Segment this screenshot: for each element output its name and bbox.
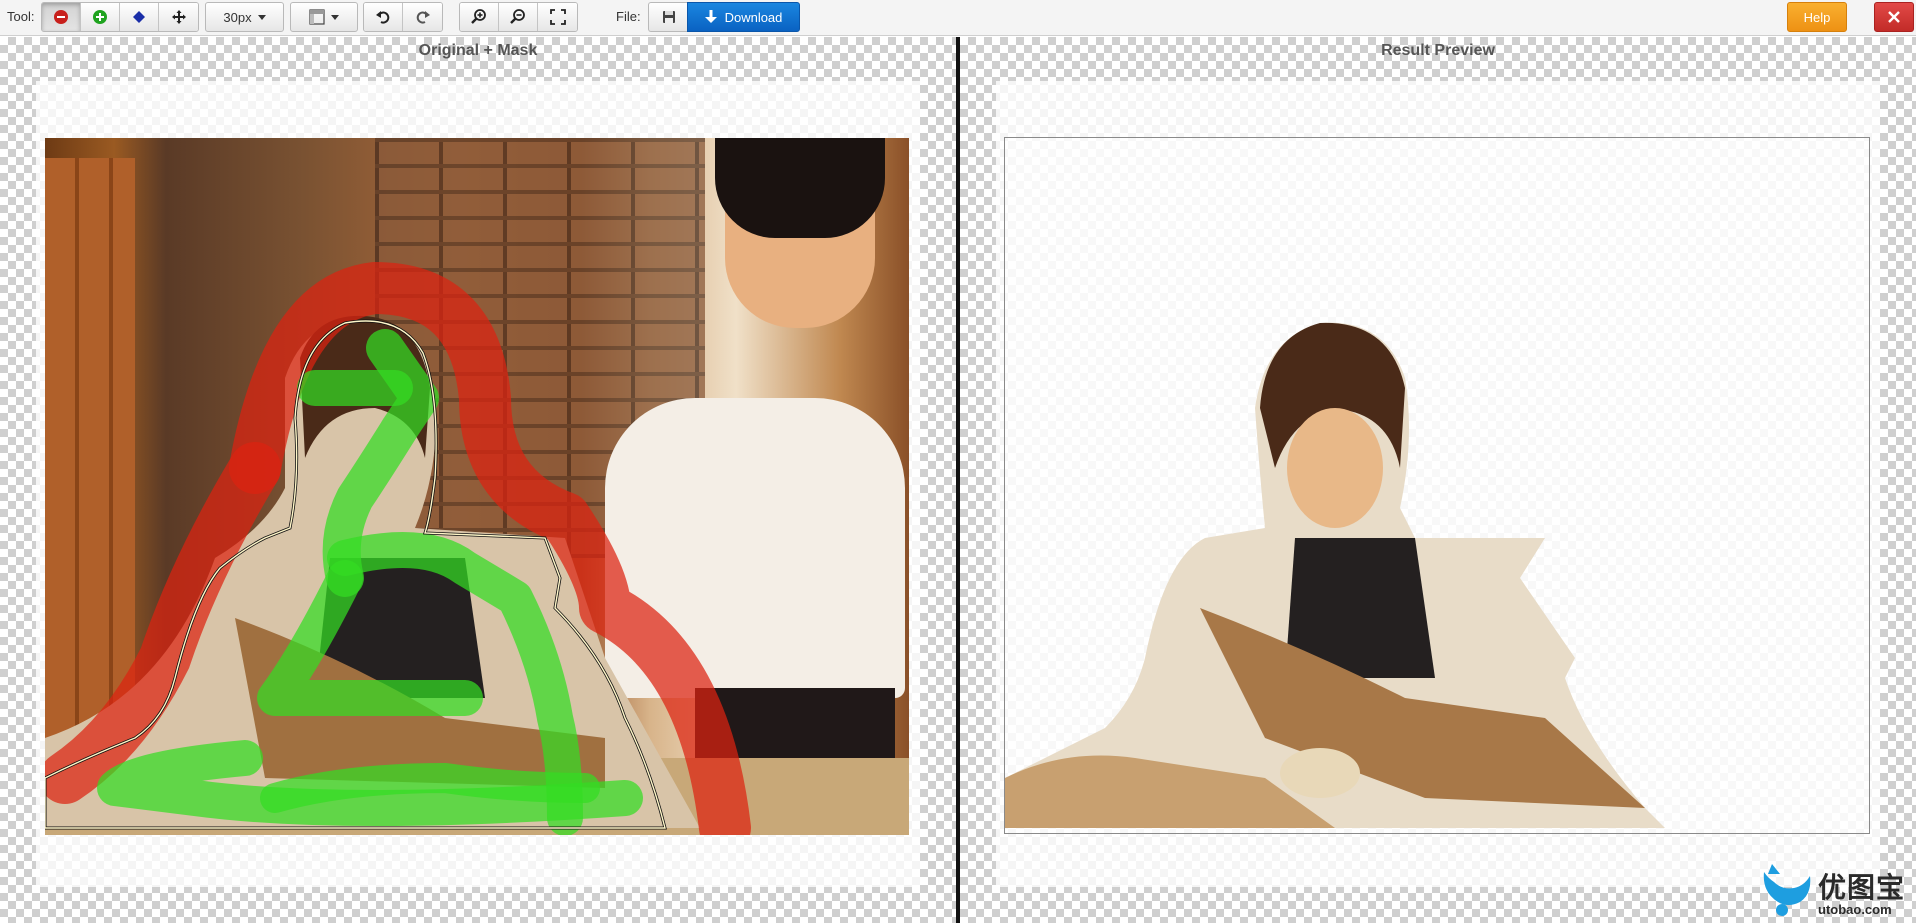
original-mask-title: Original + Mask: [418, 42, 538, 59]
fit-screen-button[interactable]: [538, 3, 577, 31]
minus-circle-icon: [54, 10, 68, 24]
floppy-icon: [662, 11, 675, 23]
undo-button[interactable]: [364, 3, 403, 31]
tool-button-group: [41, 2, 199, 32]
result-canvas[interactable]: [1004, 137, 1870, 834]
watermark-url: utobao.com: [1818, 902, 1892, 917]
help-button[interactable]: Help: [1787, 2, 1847, 32]
result-preview-title: Result Preview: [1381, 42, 1495, 59]
zoom-out-icon: [510, 9, 525, 24]
girl-face: [1287, 408, 1383, 528]
save-button[interactable]: [648, 2, 688, 32]
close-icon: [1888, 11, 1900, 23]
original-photo[interactable]: [45, 138, 909, 835]
cutout-result: [1005, 322, 1665, 828]
undo-icon: [376, 11, 390, 24]
fullscreen-icon: [549, 9, 566, 25]
file-label: File:: [616, 9, 641, 24]
cup: [1280, 748, 1360, 798]
move-tool-button[interactable]: [159, 3, 198, 31]
diamond-icon: [133, 11, 145, 23]
move-icon: [171, 10, 186, 24]
close-button[interactable]: [1874, 2, 1914, 32]
hair-tool-button[interactable]: [120, 3, 159, 31]
zoom-in-button[interactable]: [460, 3, 499, 31]
chevron-down-icon: [331, 14, 339, 20]
plus-circle-icon: [93, 10, 107, 24]
remove-tool-button[interactable]: [42, 3, 81, 31]
brush-size-dropdown[interactable]: 30px: [205, 2, 284, 32]
layout-icon: [309, 9, 325, 25]
chevron-down-icon: [257, 14, 266, 20]
original-mask-panel: Original + Mask: [0, 37, 956, 923]
watermark-logo: 优图宝 utobao.com: [1758, 862, 1916, 920]
result-preview-panel: Result Preview: [960, 37, 1916, 923]
download-button[interactable]: Download: [687, 2, 800, 32]
watermark-text: 优图宝: [1818, 872, 1906, 903]
keep-tool-button[interactable]: [81, 3, 120, 31]
zoom-button-group: [459, 2, 578, 32]
mask-overlay: [45, 262, 751, 835]
view-layout-dropdown[interactable]: [290, 2, 358, 32]
tool-label: Tool:: [7, 9, 35, 24]
brush-size-value: 30px: [223, 9, 252, 25]
download-icon: [704, 10, 717, 23]
zoom-out-button[interactable]: [499, 3, 538, 31]
zoom-in-icon: [471, 9, 486, 24]
toolbar: Tool: 30px File: Download Help: [0, 0, 1916, 36]
redo-button[interactable]: [403, 3, 442, 31]
history-button-group: [363, 2, 443, 32]
bird-icon: [1763, 864, 1811, 916]
redo-icon: [416, 11, 430, 24]
download-label: Download: [724, 9, 783, 25]
